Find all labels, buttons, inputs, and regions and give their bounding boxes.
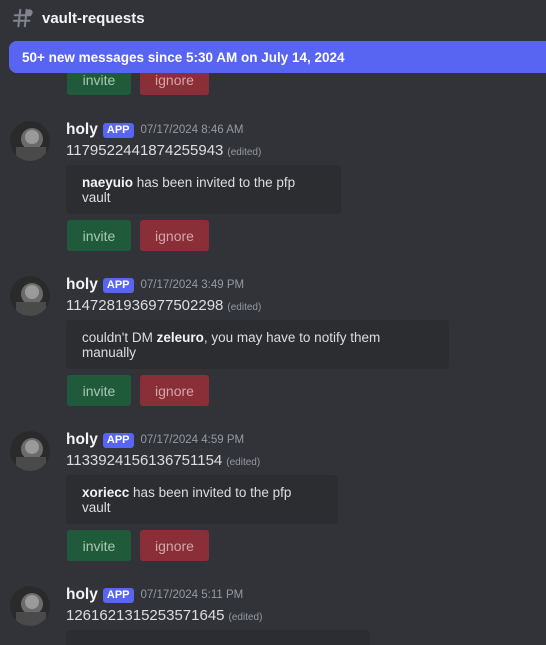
message-embed: couldn't DM zeleuro, you may have to not…	[66, 320, 449, 369]
edited-label: (edited)	[227, 302, 262, 313]
message-content: 1147281936977502298	[66, 297, 224, 314]
timestamp: 07/17/2024 3:49 PM	[140, 279, 245, 291]
message-content: 1133924156136751154	[66, 452, 223, 469]
avatar[interactable]	[10, 276, 50, 316]
message-embed: naeyuio has been invited to the pfp vaul…	[66, 165, 341, 214]
embed-username: xoriecc	[82, 484, 130, 500]
edited-label: (edited)	[227, 147, 262, 158]
ignore-button[interactable]: ignore	[140, 375, 209, 406]
avatar[interactable]	[10, 431, 50, 471]
embed-username: zeleuro	[156, 329, 204, 345]
message-embed: xoriecc has been invited to the pfp vaul…	[66, 475, 338, 524]
timestamp: 07/17/2024 4:59 PM	[140, 434, 245, 446]
channel-header: vault-requests	[0, 0, 546, 36]
app-badge: APP	[102, 587, 134, 603]
ignore-button[interactable]: ignore	[140, 530, 209, 561]
avatar[interactable]	[10, 121, 50, 161]
author-name[interactable]: holy	[66, 121, 98, 139]
author-name[interactable]: holy	[66, 586, 98, 604]
invite-button[interactable]: invite	[67, 530, 131, 561]
app-badge: APP	[102, 277, 134, 293]
timestamp: 07/17/2024 5:11 PM	[140, 589, 244, 601]
avatar[interactable]	[10, 586, 50, 626]
message-embed	[66, 630, 370, 645]
new-messages-banner-overlay: 50+ new messages since 5:30 AM on July 1…	[9, 41, 546, 73]
message-content: 1179522441874255943	[66, 142, 224, 159]
ignore-button[interactable]: ignore	[140, 220, 209, 251]
message-content: 1261621315253571645	[66, 607, 225, 624]
edited-label: (edited)	[228, 612, 263, 623]
edited-label: (edited)	[226, 457, 261, 468]
embed-text-prefix: couldn't DM	[82, 329, 157, 345]
author-name[interactable]: holy	[66, 431, 98, 449]
channel-name: vault-requests	[42, 9, 145, 27]
invite-button[interactable]: invite	[67, 375, 131, 406]
invite-button[interactable]: invite	[67, 220, 131, 251]
author-name[interactable]: holy	[66, 276, 98, 294]
app-badge: APP	[102, 122, 134, 138]
timestamp: 07/17/2024 8:46 AM	[140, 124, 244, 136]
embed-username: naeyuio	[82, 174, 134, 190]
app-badge: APP	[102, 432, 134, 448]
threads-hash-icon	[12, 6, 34, 30]
